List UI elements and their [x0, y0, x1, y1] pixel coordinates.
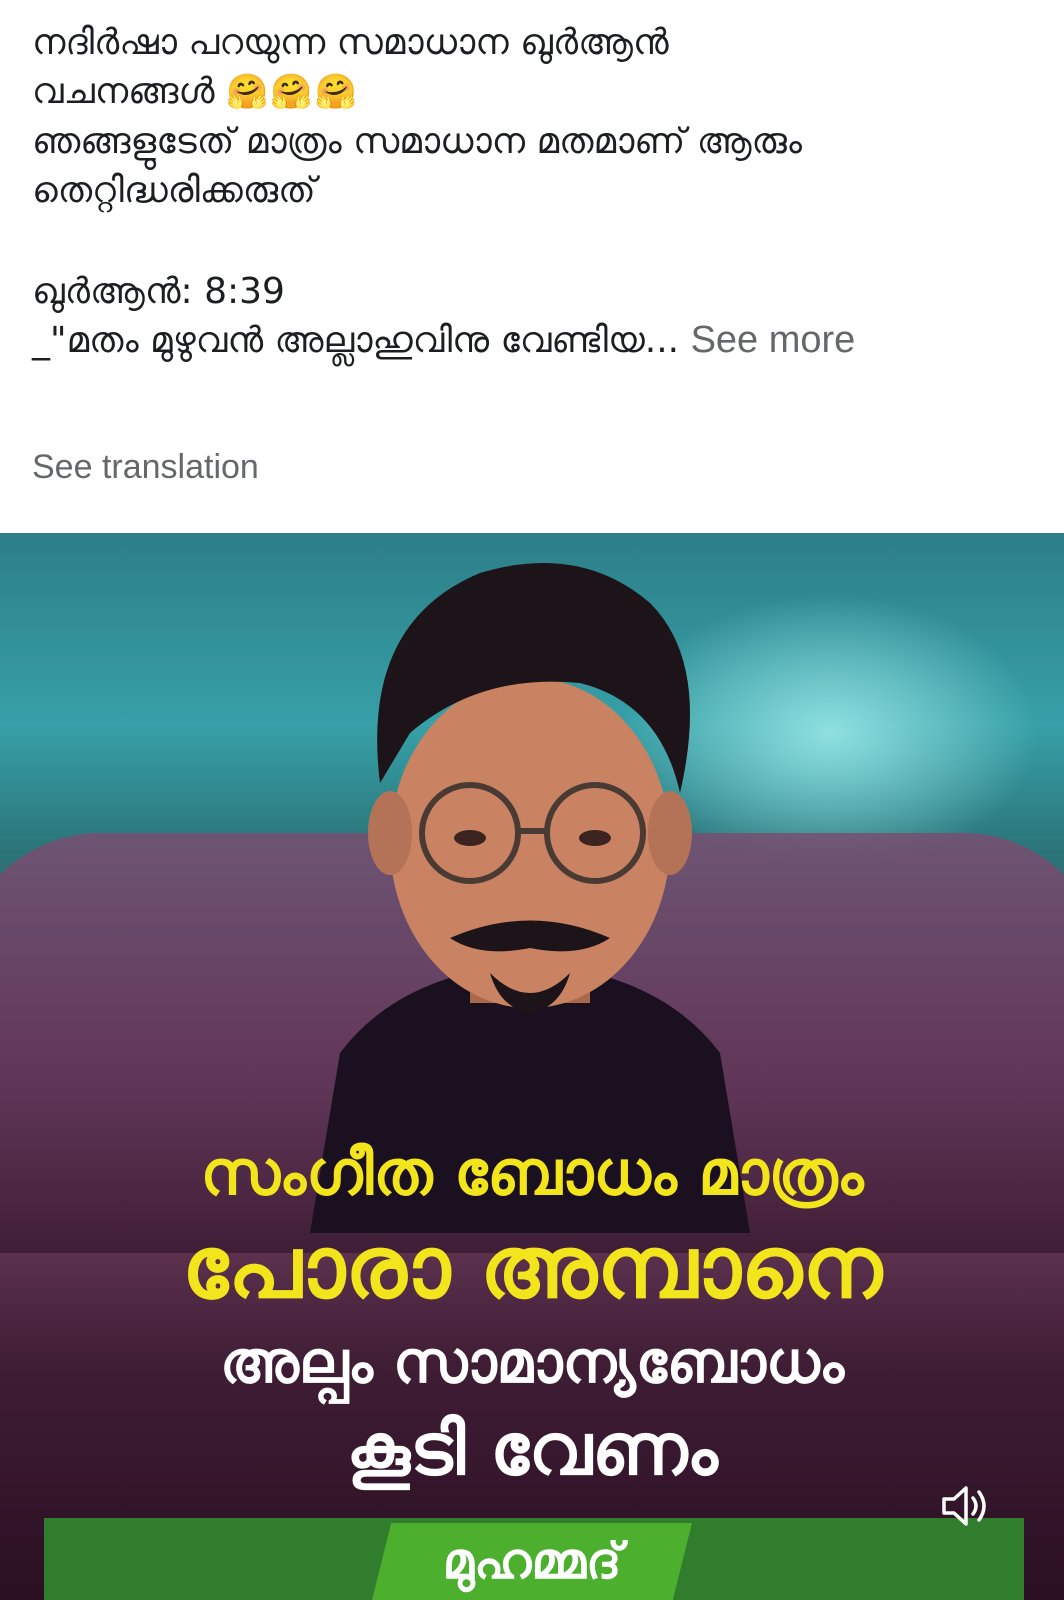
name-tag-label: മുഹമ്മദ് [442, 1532, 622, 1590]
post-line-2-text: വചനങ്ങൾ [32, 71, 215, 112]
headline-line-2: പോരാ അമ്പാനെ [181, 1218, 883, 1318]
man-portrait-icon [310, 563, 750, 1233]
headline-line-3: അല്പം സാമാന്യബോധം [219, 1328, 845, 1396]
hug-emoji-icon: 🤗🤗🤗 [225, 72, 359, 112]
see-translation-link[interactable]: See translation [32, 448, 259, 487]
headline-line-4: കൂടി വേണം [346, 1407, 718, 1491]
headline: സംഗീത ബോധം മാത്രം പോരാ അമ്പാനെ അല്പം സാമ… [0, 1133, 1064, 1497]
speaker-icon[interactable] [936, 1478, 992, 1534]
post-line-6-text: _"മതം മുഴുവൻ അല്ലാഹുവിനു വേണ്ടിയ... [32, 320, 680, 361]
post-line-5: ഖുർആൻ: 8:39 [32, 271, 285, 312]
post-line-1: നദിർഷാ പറയുന്ന സമാധാന ഖുർആൻ [32, 22, 669, 63]
see-more-link[interactable]: See more [691, 319, 856, 361]
post-text: നദിർഷാ പറയുന്ന സമാധാന ഖുർആൻ വചനങ്ങൾ 🤗🤗🤗 … [32, 18, 1032, 365]
headline-line-1: സംഗീത ബോധം മാത്രം [200, 1136, 864, 1209]
post-line-4: തെറ്റിദ്ധരിക്കരുത് [32, 170, 316, 211]
name-tag: മുഹമ്മദ് [372, 1523, 692, 1600]
post-line-3: ഞങ്ങളുടേത് മാത്രം സമാധാന മതമാണ് ആരും [32, 121, 802, 162]
post-line-2: വചനങ്ങൾ 🤗🤗🤗 [32, 67, 1032, 117]
post-line-6: _"മതം മുഴുവൻ അല്ലാഹുവിനു വേണ്ടിയ... See … [32, 316, 1032, 365]
post-image[interactable]: സംഗീത ബോധം മാത്രം പോരാ അമ്പാനെ അല്പം സാമ… [0, 533, 1064, 1600]
